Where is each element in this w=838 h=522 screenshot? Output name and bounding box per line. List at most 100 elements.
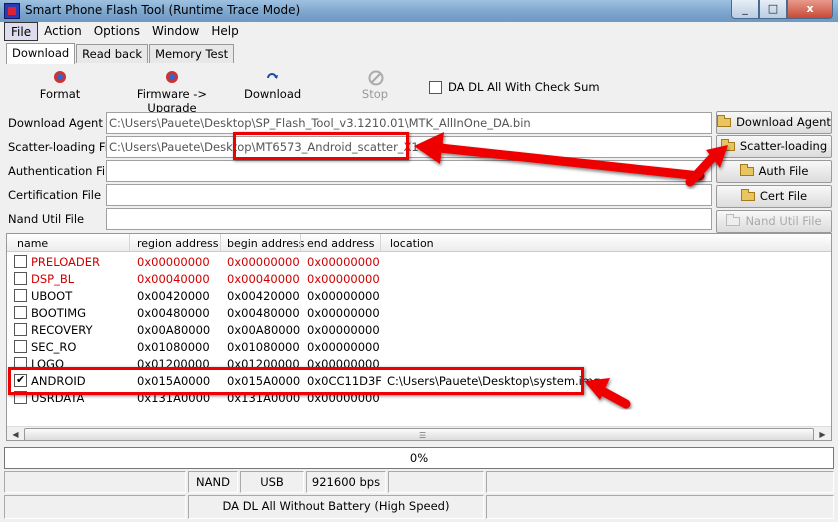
- nand-util-file-button-label: Nand Util File: [745, 214, 822, 228]
- folder-icon: [720, 139, 735, 151]
- table-row[interactable]: BOOTIMG 0x00480000 0x00480000 0x00000000: [7, 304, 827, 321]
- download-agent-label: Download Agent: [8, 116, 103, 130]
- scroll-right-icon[interactable]: ▶: [815, 428, 830, 440]
- table-row[interactable]: UBOOT 0x00420000 0x00420000 0x00000000: [7, 287, 827, 304]
- download-icon: [265, 70, 279, 84]
- flash-tool-window: Smart Phone Flash Tool (Runtime Trace Mo…: [0, 0, 838, 522]
- menu-file[interactable]: File: [4, 22, 39, 41]
- status-bar-mode: DA DL All Without Battery (High Speed): [4, 495, 834, 519]
- checksum-option[interactable]: DA DL All With Check Sum: [429, 80, 600, 94]
- table-row[interactable]: LOGO 0x01200000 0x01200000 0x00000000: [7, 355, 827, 372]
- window-title: Smart Phone Flash Tool (Runtime Trace Mo…: [25, 3, 301, 17]
- cell-end: 0x00000000: [307, 340, 380, 354]
- row-checkbox[interactable]: [14, 272, 27, 285]
- row-checkbox[interactable]: [14, 340, 27, 353]
- firmware-upgrade-label: Firmware -> Upgrade: [136, 87, 208, 115]
- scatter-loading-button[interactable]: Scatter-loading: [716, 135, 832, 158]
- cert-row: Certification File: [6, 184, 712, 206]
- menu-options[interactable]: Options: [88, 22, 146, 41]
- close-button[interactable]: x: [787, 0, 833, 19]
- menu-action[interactable]: Action: [38, 22, 88, 41]
- cell-end: 0x00000000: [307, 323, 380, 337]
- tab-read-back[interactable]: Read back: [76, 44, 149, 63]
- cell-name: PRELOADER: [31, 255, 101, 269]
- menu-window[interactable]: Window: [146, 22, 205, 41]
- toolbar: Format Firmware -> Upgrade Download Stop…: [4, 66, 834, 115]
- app-icon: [4, 3, 20, 19]
- download-agent-path[interactable]: C:\Users\Pauete\Desktop\SP_Flash_Tool_v3…: [106, 112, 712, 134]
- cell-name: UBOOT: [31, 289, 73, 303]
- row-checkbox[interactable]: [14, 255, 27, 268]
- cell-region: 0x015A0000: [137, 374, 211, 388]
- status-baud: 921600 bps: [306, 471, 386, 493]
- cell-region: 0x131A0000: [137, 391, 211, 405]
- cert-file-button[interactable]: Cert File: [716, 185, 832, 208]
- cell-end: 0x00000000: [307, 391, 380, 405]
- col-name[interactable]: name: [17, 237, 48, 250]
- cell-end: 0x00000000: [307, 272, 380, 286]
- table-row[interactable]: RECOVERY 0x00A80000 0x00A80000 0x00000000: [7, 321, 827, 338]
- scroll-left-icon[interactable]: ◀: [8, 428, 23, 440]
- row-checkbox[interactable]: [14, 289, 27, 302]
- download-agent-button[interactable]: Download Agent: [716, 111, 832, 134]
- scrollbar-thumb[interactable]: ☰: [24, 428, 814, 440]
- table-row[interactable]: SEC_RO 0x01080000 0x01080000 0x00000000: [7, 338, 827, 355]
- folder-icon: [726, 214, 741, 226]
- menu-help[interactable]: Help: [205, 22, 244, 41]
- checksum-checkbox[interactable]: [429, 80, 442, 94]
- progress-text: 0%: [409, 451, 429, 465]
- status-mode: DA DL All Without Battery (High Speed): [188, 495, 484, 519]
- cell-name: DSP_BL: [31, 272, 75, 286]
- download-button[interactable]: Download: [244, 70, 301, 101]
- auth-file-button[interactable]: Auth File: [716, 160, 832, 183]
- table-header: name region address begin address end ad…: [7, 234, 831, 252]
- horizontal-scrollbar[interactable]: ◀ ☰ ▶: [7, 426, 831, 440]
- cell-begin: 0x00040000: [227, 272, 300, 286]
- cell-begin: 0x00420000: [227, 289, 300, 303]
- col-region[interactable]: region address: [137, 237, 219, 250]
- stop-button[interactable]: Stop: [360, 70, 390, 101]
- status-port: USB: [240, 471, 304, 493]
- nand-util-file-button[interactable]: Nand Util File: [716, 210, 832, 233]
- nand-path[interactable]: [106, 208, 712, 230]
- minimize-button[interactable]: _: [731, 0, 759, 19]
- table-row[interactable]: DSP_BL 0x00040000 0x00040000 0x00000000: [7, 270, 827, 287]
- cell-name: USRDATA: [31, 391, 85, 405]
- table-row[interactable]: ANDROID 0x015A0000 0x015A0000 0x0CC11D3F C:\…: [7, 372, 827, 389]
- auth-label: Authentication File: [8, 164, 116, 178]
- tab-memory-test[interactable]: Memory Test: [149, 44, 235, 63]
- scatter-loading-button-label: Scatter-loading: [739, 139, 828, 153]
- cell-region: 0x00A80000: [137, 323, 211, 337]
- cert-path[interactable]: [106, 184, 712, 206]
- col-end[interactable]: end address: [307, 237, 374, 250]
- cell-name: ANDROID: [31, 374, 86, 388]
- table-row[interactable]: PRELOADER 0x00000000 0x00000000 0x00000000: [7, 253, 827, 270]
- firmware-upgrade-icon: [165, 70, 179, 84]
- table-row[interactable]: USRDATA 0x131A0000 0x131A0000 0x00000000: [7, 389, 827, 406]
- format-button[interactable]: Format: [38, 70, 82, 101]
- row-checkbox[interactable]: [14, 357, 27, 370]
- title-bar: Smart Phone Flash Tool (Runtime Trace Mo…: [0, 0, 838, 22]
- auth-path[interactable]: [106, 160, 712, 182]
- cert-label: Certification File: [8, 188, 102, 202]
- download-agent-button-label: Download Agent: [736, 115, 831, 129]
- tab-download[interactable]: Download: [6, 43, 76, 64]
- row-checkbox[interactable]: [14, 391, 27, 404]
- scatter-path[interactable]: C:\Users\Pauete\Desktop\MT6573_Android_s…: [106, 136, 712, 158]
- row-checkbox[interactable]: [14, 323, 27, 336]
- col-begin[interactable]: begin address: [227, 237, 304, 250]
- download-agent-row: Download Agent C:\Users\Pauete\Desktop\S…: [6, 112, 712, 134]
- maximize-button[interactable]: □: [759, 0, 787, 19]
- cell-name: BOOTIMG: [31, 306, 87, 320]
- cell-begin: 0x00480000: [227, 306, 300, 320]
- auth-file-button-label: Auth File: [758, 164, 809, 178]
- row-checkbox[interactable]: [14, 306, 27, 319]
- cell-region: 0x00040000: [137, 272, 210, 286]
- cell-end: 0x00000000: [307, 255, 380, 269]
- nand-row: Nand Util File: [6, 208, 712, 230]
- col-location[interactable]: location: [390, 237, 434, 250]
- scatter-row: Scatter-loading File C:\Users\Pauete\Des…: [6, 136, 712, 158]
- cell-end: 0x00000000: [307, 289, 380, 303]
- firmware-upgrade-button[interactable]: Firmware -> Upgrade: [114, 70, 230, 115]
- row-checkbox[interactable]: [14, 373, 27, 387]
